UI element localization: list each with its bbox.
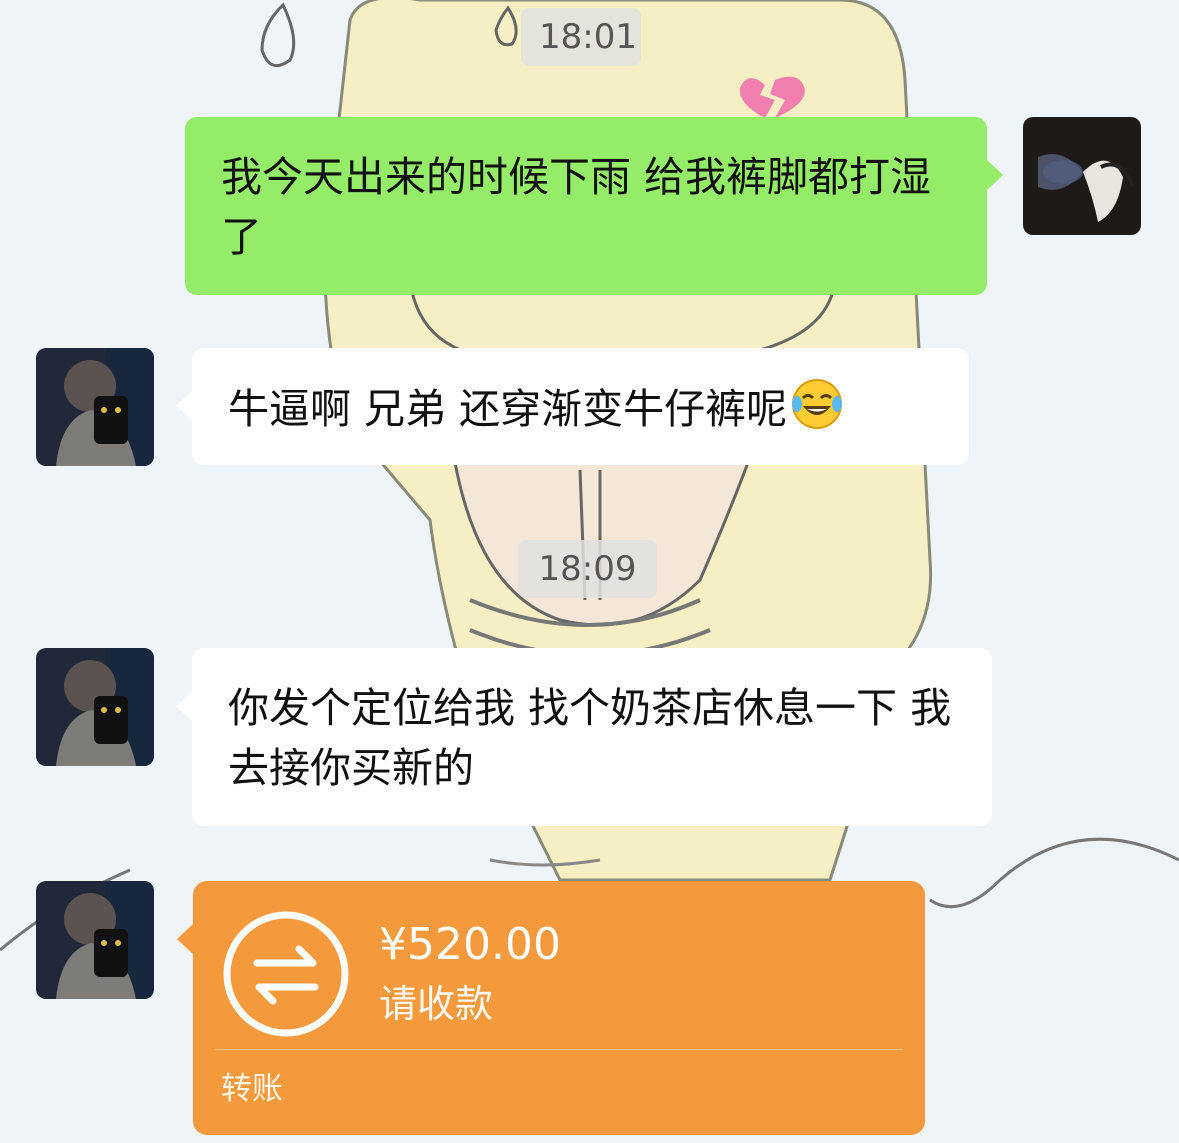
divider xyxy=(215,1049,903,1050)
incoming-message-bubble[interactable]: 牛逼啊 兄弟 还穿渐变牛仔裤呢 xyxy=(176,348,969,465)
timestamp: 18:01 xyxy=(521,8,641,66)
message-text: 我今天出来的时候下雨 给我裤脚都打湿了 xyxy=(221,153,932,261)
laughing-tears-icon xyxy=(789,376,845,448)
money-transfer-card[interactable]: ¥520.00 请收款 转账 xyxy=(177,881,925,1135)
message-text: 你发个定位给我 找个奶茶店休息一下 我去接你买新的 xyxy=(228,684,952,792)
incoming-message-bubble[interactable]: 你发个定位给我 找个奶茶店休息一下 我去接你买新的 xyxy=(176,648,992,826)
contact-avatar[interactable] xyxy=(36,648,154,766)
timestamp: 18:09 xyxy=(518,540,657,598)
contact-avatar[interactable] xyxy=(36,881,154,999)
contact-avatar[interactable] xyxy=(36,348,154,466)
transfer-label: 转账 xyxy=(221,1071,283,1107)
message-text: 牛逼啊 兄弟 还穿渐变牛仔裤呢 xyxy=(228,385,788,433)
outgoing-message-bubble[interactable]: 我今天出来的时候下雨 给我裤脚都打湿了 xyxy=(185,117,1003,295)
transfer-arrows-icon xyxy=(221,909,351,1039)
transfer-amount: ¥520.00 xyxy=(379,919,561,970)
my-avatar[interactable] xyxy=(1023,117,1141,235)
transfer-status: 请收款 xyxy=(379,982,494,1026)
